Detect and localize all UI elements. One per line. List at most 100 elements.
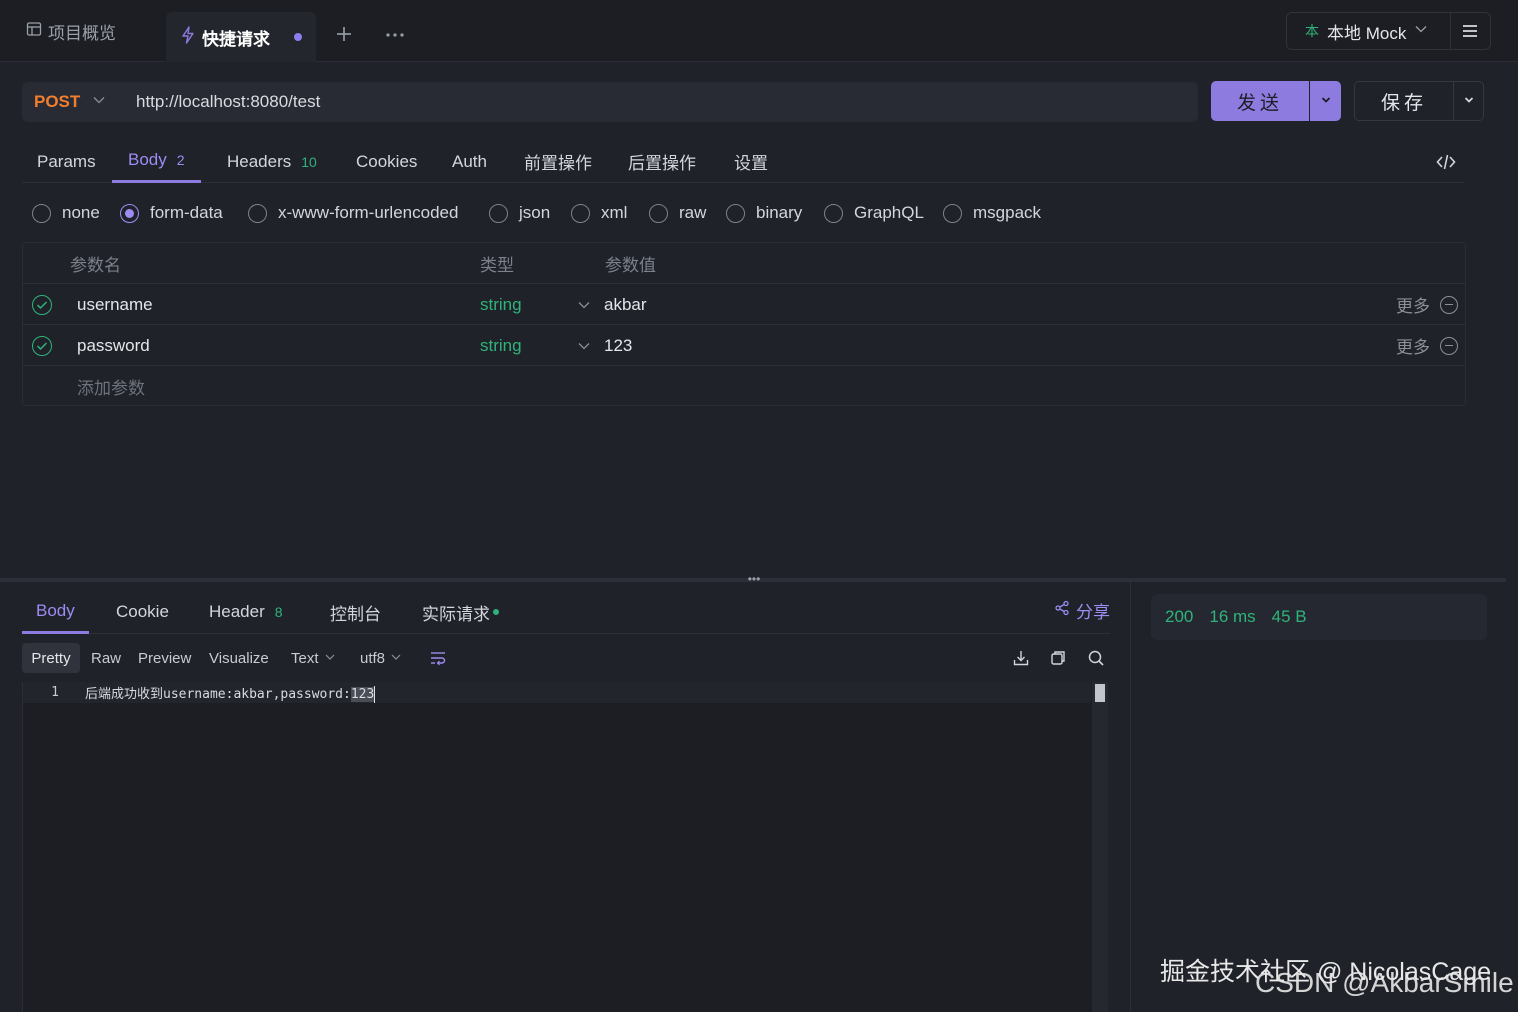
radio-icon [489, 203, 508, 223]
radio-label: binary [756, 203, 803, 222]
code-text: 后端成功收到username:akbar,password:123 [83, 683, 376, 703]
save-options-button[interactable] [1454, 81, 1484, 121]
tab-actual-request[interactable]: 实际请求 [422, 590, 499, 634]
table-row: password string 123 更多 [23, 325, 1465, 366]
tab-settings[interactable]: 设置 [734, 140, 768, 183]
tab-post-operations[interactable]: 后置操作 [628, 140, 696, 183]
mock-env-dropdown[interactable]: 本 本地 Mock [1287, 13, 1451, 49]
chevron-down-icon[interactable] [577, 284, 591, 325]
tab-pre-operations[interactable]: 前置操作 [524, 140, 592, 183]
radio-raw[interactable]: raw [649, 200, 706, 226]
save-button[interactable]: 保存 [1354, 81, 1454, 121]
chevron-down-icon[interactable] [577, 325, 591, 366]
radio-x-www-form-urlencoded[interactable]: x-www-form-urlencoded [248, 200, 458, 226]
param-type-select[interactable]: string [480, 325, 522, 366]
response-format-toolbar: Pretty Raw Preview Visualize Text utf8 [22, 643, 1110, 673]
format-pretty-button[interactable]: Pretty [22, 643, 80, 673]
param-name-input[interactable]: password [77, 325, 150, 366]
share-button[interactable]: 分享 [1054, 590, 1110, 630]
column-header-name: 参数名 [70, 256, 121, 275]
tab-label: Cookies [356, 151, 418, 171]
radio-checked-icon [120, 203, 139, 223]
drag-handle-icon[interactable]: ••• [746, 573, 762, 585]
response-body-editor[interactable]: 1 后端成功收到username:akbar,password:123 [22, 682, 1108, 1012]
tab-label: 后置操作 [628, 154, 696, 173]
more-tabs-icon[interactable] [384, 24, 406, 49]
table-header-row: 参数名 类型 参数值 [23, 243, 1465, 284]
radio-msgpack[interactable]: msgpack [943, 200, 1041, 226]
scrollbar-thumb[interactable] [1095, 684, 1105, 702]
row-more-menu[interactable]: 更多 [1396, 325, 1458, 366]
request-tabs: Params Body 2 Headers 10 Cookies Auth 前置… [22, 140, 1464, 183]
tab-label: Auth [452, 151, 487, 171]
param-value-input[interactable]: 123 [604, 325, 632, 366]
tab-response-cookie[interactable]: Cookie [116, 590, 169, 634]
param-type-select[interactable]: string [480, 284, 522, 325]
remove-row-icon[interactable] [1440, 336, 1458, 355]
radio-xml[interactable]: xml [571, 200, 627, 226]
send-button[interactable]: 发送 [1211, 81, 1309, 121]
code-line: 1 后端成功收到username:akbar,password:123 [23, 682, 1091, 703]
search-icon[interactable] [1085, 647, 1107, 669]
tab-label: 前置操作 [524, 154, 592, 173]
editor-scrollbar[interactable] [1092, 682, 1108, 1012]
param-value-input[interactable]: akbar [604, 284, 647, 325]
chevron-down-icon [1463, 91, 1475, 111]
radio-none[interactable]: none [32, 200, 100, 226]
radio-form-data[interactable]: form-data [120, 200, 223, 226]
radio-label: json [519, 203, 551, 222]
status-summary: 200 16 ms 45 B [1151, 594, 1487, 640]
form-data-params-table: 参数名 类型 参数值 username string akbar 更多 pass… [22, 242, 1466, 406]
download-icon[interactable] [1010, 647, 1032, 669]
row-more-menu[interactable]: 更多 [1396, 284, 1458, 325]
tab-params[interactable]: Params [37, 140, 96, 183]
response-status-panel: 200 16 ms 45 B [1130, 582, 1506, 1012]
radio-json[interactable]: json [489, 200, 550, 226]
method-select[interactable]: POST [34, 82, 106, 122]
enabled-checkbox[interactable] [32, 325, 52, 366]
tab-cookies[interactable]: Cookies [356, 140, 417, 183]
method-label: POST [34, 92, 81, 111]
remove-row-icon[interactable] [1440, 295, 1458, 314]
tab-response-body[interactable]: Body [22, 590, 89, 634]
more-label: 更多 [1396, 297, 1430, 316]
tab-quick-request[interactable]: 快捷请求 [166, 12, 316, 62]
tab-body[interactable]: Body 2 [112, 140, 201, 183]
text-type-select[interactable]: Text [291, 643, 336, 673]
format-visualize-button[interactable]: Visualize [209, 643, 269, 673]
chevron-down-icon [1320, 91, 1332, 111]
tab-project-overview-label: 项目概览 [48, 23, 116, 43]
encoding-select[interactable]: utf8 [360, 643, 402, 673]
tab-headers[interactable]: Headers 10 [227, 140, 317, 183]
table-row: username string akbar 更多 [23, 284, 1465, 325]
tab-console[interactable]: 控制台 [330, 590, 381, 634]
radio-label: msgpack [973, 203, 1042, 222]
radio-icon [726, 203, 745, 223]
tab-response-header[interactable]: Header 8 [209, 590, 283, 634]
code-text-main: 后端成功收到username:akbar,password: [85, 686, 351, 702]
format-raw-button[interactable]: Raw [91, 643, 121, 673]
format-preview-button[interactable]: Preview [138, 643, 191, 673]
add-param-input[interactable]: 添加参数 [77, 366, 145, 407]
radio-graphql[interactable]: GraphQL [824, 200, 924, 226]
send-options-button[interactable] [1310, 81, 1341, 121]
enabled-checkbox[interactable] [32, 284, 52, 325]
status-code: 200 [1165, 607, 1194, 626]
tab-project-overview[interactable]: 项目概览 [26, 14, 116, 48]
tab-count-badge: 8 [274, 604, 283, 620]
url-input[interactable]: http://localhost:8080/test [136, 82, 320, 122]
radio-binary[interactable]: binary [726, 200, 802, 226]
radio-label: raw [679, 203, 707, 222]
copy-icon[interactable] [1047, 647, 1069, 669]
response-time: 16 ms [1209, 607, 1256, 626]
param-name-input[interactable]: username [77, 284, 153, 325]
radio-icon [248, 203, 267, 223]
tab-auth[interactable]: Auth [452, 140, 487, 183]
tab-label: Body [36, 600, 75, 620]
add-tab-icon[interactable] [334, 24, 354, 49]
word-wrap-icon[interactable] [427, 647, 449, 669]
add-param-row: 添加参数 [23, 366, 1465, 407]
hamburger-menu-icon[interactable] [1450, 13, 1490, 49]
code-generate-icon[interactable] [1436, 140, 1456, 183]
radio-label: xml [601, 203, 628, 222]
